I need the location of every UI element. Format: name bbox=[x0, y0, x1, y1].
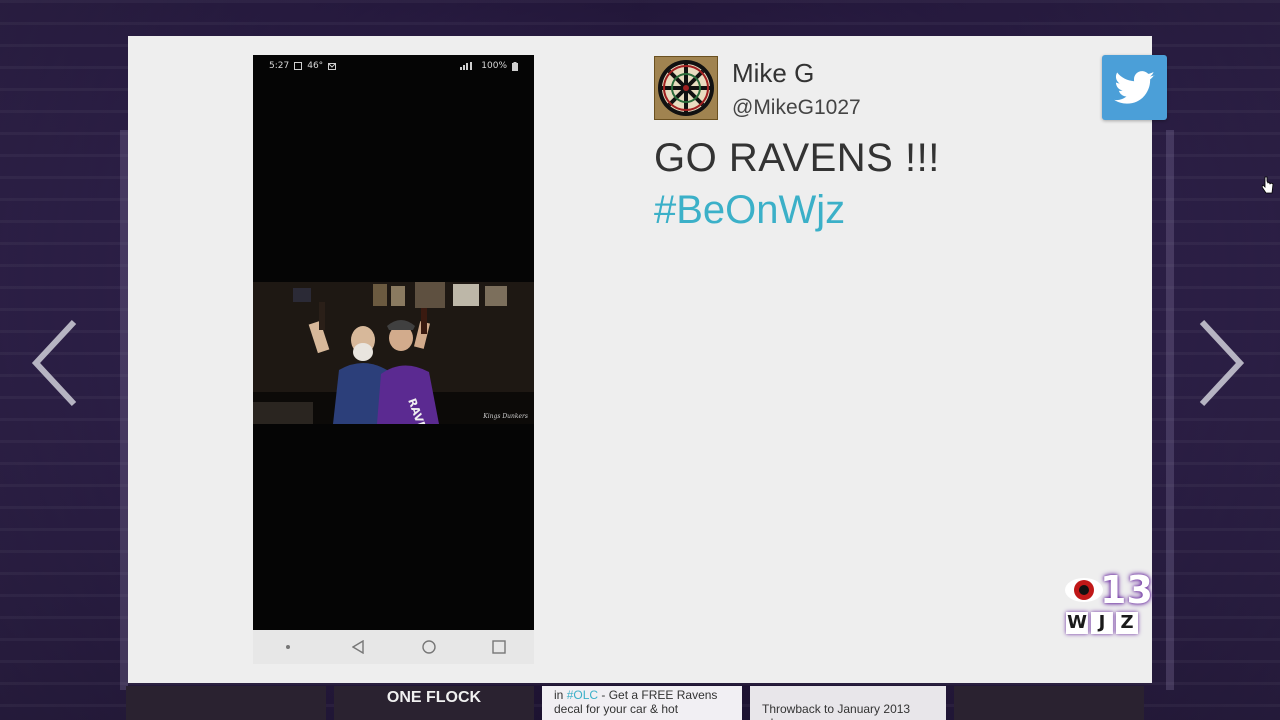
cbs-eye-icon bbox=[1065, 578, 1103, 602]
previous-arrow-button[interactable] bbox=[30, 318, 80, 408]
home-button[interactable] bbox=[409, 635, 449, 659]
twitter-bird-icon bbox=[1113, 70, 1155, 104]
thumbnail[interactable]: Throwback to January 2013 when bbox=[750, 686, 946, 720]
nav-dot-button[interactable] bbox=[268, 635, 308, 659]
dot-icon bbox=[286, 645, 291, 649]
mouse-cursor-icon bbox=[1262, 176, 1274, 194]
phone-screenshot: 5:27 46° 100% RAVENS Kings Dunkers bbox=[253, 55, 534, 664]
mail-icon bbox=[328, 62, 337, 70]
next-arrow-button[interactable] bbox=[1196, 318, 1246, 408]
back-button[interactable] bbox=[338, 635, 378, 659]
chevron-left-icon bbox=[31, 319, 77, 407]
tweet-author-name[interactable]: Mike G bbox=[732, 58, 814, 89]
android-navigation-bar bbox=[253, 630, 534, 664]
recents-icon bbox=[492, 640, 506, 654]
gallery-icon bbox=[294, 62, 303, 70]
chevron-right-icon bbox=[1199, 319, 1245, 407]
call-letter: W bbox=[1066, 612, 1088, 634]
tweet-author-handle[interactable]: @MikeG1027 bbox=[732, 96, 861, 120]
status-battery-percent: 100% bbox=[481, 61, 507, 71]
dartboard-icon bbox=[655, 57, 717, 119]
avatar[interactable] bbox=[654, 56, 718, 120]
channel-number: 13 bbox=[1100, 568, 1153, 612]
right-edge-strip bbox=[1166, 130, 1174, 690]
home-icon bbox=[421, 640, 436, 654]
thumbnail-text: ONE FLOCK bbox=[386, 689, 482, 706]
station-logo: 13 W J Z bbox=[1064, 568, 1164, 640]
thumbnail[interactable]: ONE FLOCK bbox=[334, 686, 534, 720]
status-temperature: 46° bbox=[307, 61, 324, 71]
call-letters: W J Z bbox=[1066, 612, 1162, 634]
tweet-text: GO RAVENS !!! bbox=[654, 136, 940, 180]
photo-caption: Kings Dunkers bbox=[483, 413, 528, 420]
call-letter: Z bbox=[1116, 612, 1138, 634]
battery-icon bbox=[512, 61, 518, 71]
tweet-hashtag[interactable]: #BeOnWjz bbox=[654, 188, 845, 233]
thumbnail-text: in #OLC - Get a FREE Ravens decal for yo… bbox=[554, 688, 718, 716]
thumbnail[interactable] bbox=[954, 686, 1144, 720]
thumbnail[interactable] bbox=[126, 686, 326, 720]
status-time: 5:27 bbox=[269, 61, 290, 71]
bar-photo: RAVENS Kings Dunkers bbox=[253, 282, 534, 424]
tweet-card: 5:27 46° 100% RAVENS Kings Dunkers Mike … bbox=[128, 36, 1167, 683]
thumbnail[interactable]: in #OLC - Get a FREE Ravens decal for yo… bbox=[542, 686, 742, 720]
left-edge-strip bbox=[120, 130, 128, 690]
twitter-badge bbox=[1102, 55, 1167, 120]
thumbnail-text: Throwback to January 2013 when bbox=[762, 702, 911, 720]
signal-icon bbox=[460, 62, 473, 70]
phone-status-bar: 5:27 46° 100% bbox=[253, 55, 534, 77]
back-icon bbox=[352, 640, 365, 654]
recents-button[interactable] bbox=[479, 635, 519, 659]
call-letter: J bbox=[1091, 612, 1113, 634]
photo-scene: RAVENS bbox=[253, 282, 534, 424]
thumbnail-strip: ONE FLOCK in #OLC - Get a FREE Ravens de… bbox=[126, 686, 1176, 720]
